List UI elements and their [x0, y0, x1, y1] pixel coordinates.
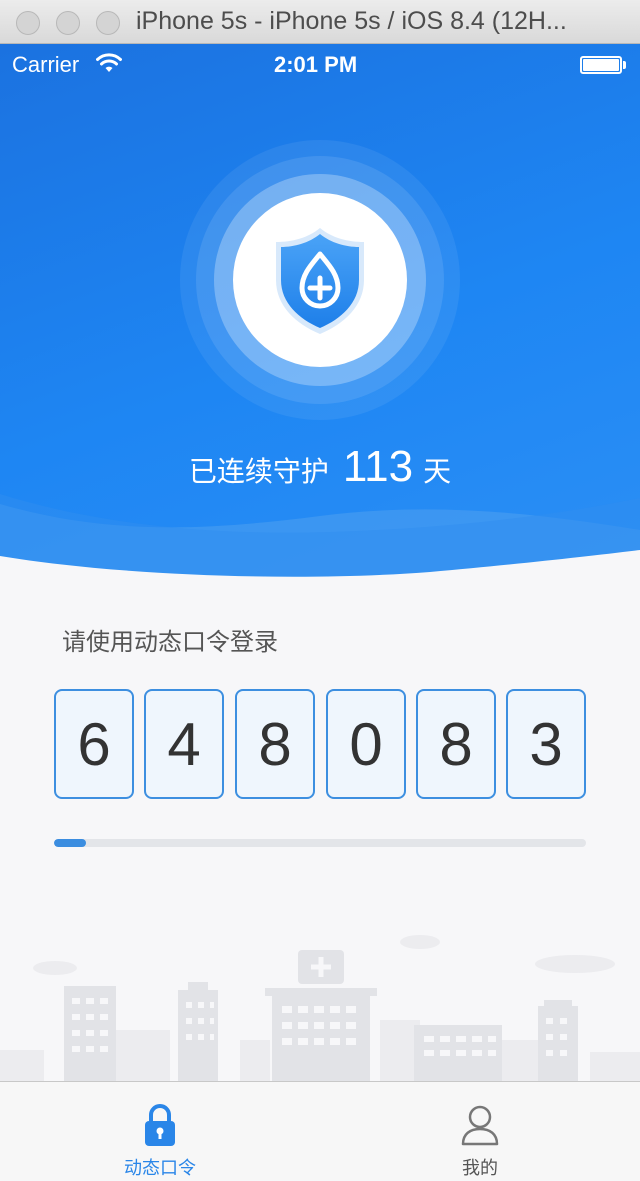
protection-header: Carrier 2:01 PM 已连续守护 113 天	[0, 44, 640, 580]
dynamic-code: 6 4 8 0 8 3	[54, 689, 586, 799]
wifi-icon	[96, 53, 122, 77]
tab-label: 动态口令	[124, 1158, 196, 1179]
shield-plus-icon	[270, 224, 370, 340]
person-icon	[460, 1102, 500, 1152]
window-title: iPhone 5s - iPhone 5s / iOS 8.4 (12H...	[136, 7, 567, 35]
code-expiry-progress-fill	[54, 839, 86, 847]
simulator-title-bar: iPhone 5s - iPhone 5s / iOS 8.4 (12H...	[0, 0, 640, 44]
battery-tip	[623, 61, 626, 69]
tab-label: 我的	[462, 1158, 498, 1179]
code-digit: 6	[54, 689, 134, 799]
minimize-window-button[interactable]	[56, 11, 80, 35]
carrier-label: Carrier	[12, 52, 80, 77]
city-skyline-illustration	[0, 935, 640, 1081]
close-window-button[interactable]	[16, 11, 40, 35]
lock-icon	[140, 1102, 180, 1152]
login-prompt: 请使用动态口令登录	[62, 628, 278, 656]
zoom-window-button[interactable]	[96, 11, 120, 35]
code-digit: 3	[506, 689, 586, 799]
code-digit: 0	[326, 689, 406, 799]
tab-bar: 动态口令 我的	[0, 1081, 640, 1180]
clock: 2:01 PM	[274, 52, 358, 77]
code-digit: 8	[416, 689, 496, 799]
tab-dynamic-code[interactable]: 动态口令	[0, 1082, 320, 1181]
status-bar: Carrier 2:01 PM	[0, 44, 640, 86]
tab-mine[interactable]: 我的	[320, 1082, 640, 1181]
battery-icon	[580, 56, 622, 74]
code-expiry-progress	[54, 839, 586, 847]
code-digit: 4	[144, 689, 224, 799]
header-wave	[0, 494, 640, 580]
code-digit: 8	[235, 689, 315, 799]
